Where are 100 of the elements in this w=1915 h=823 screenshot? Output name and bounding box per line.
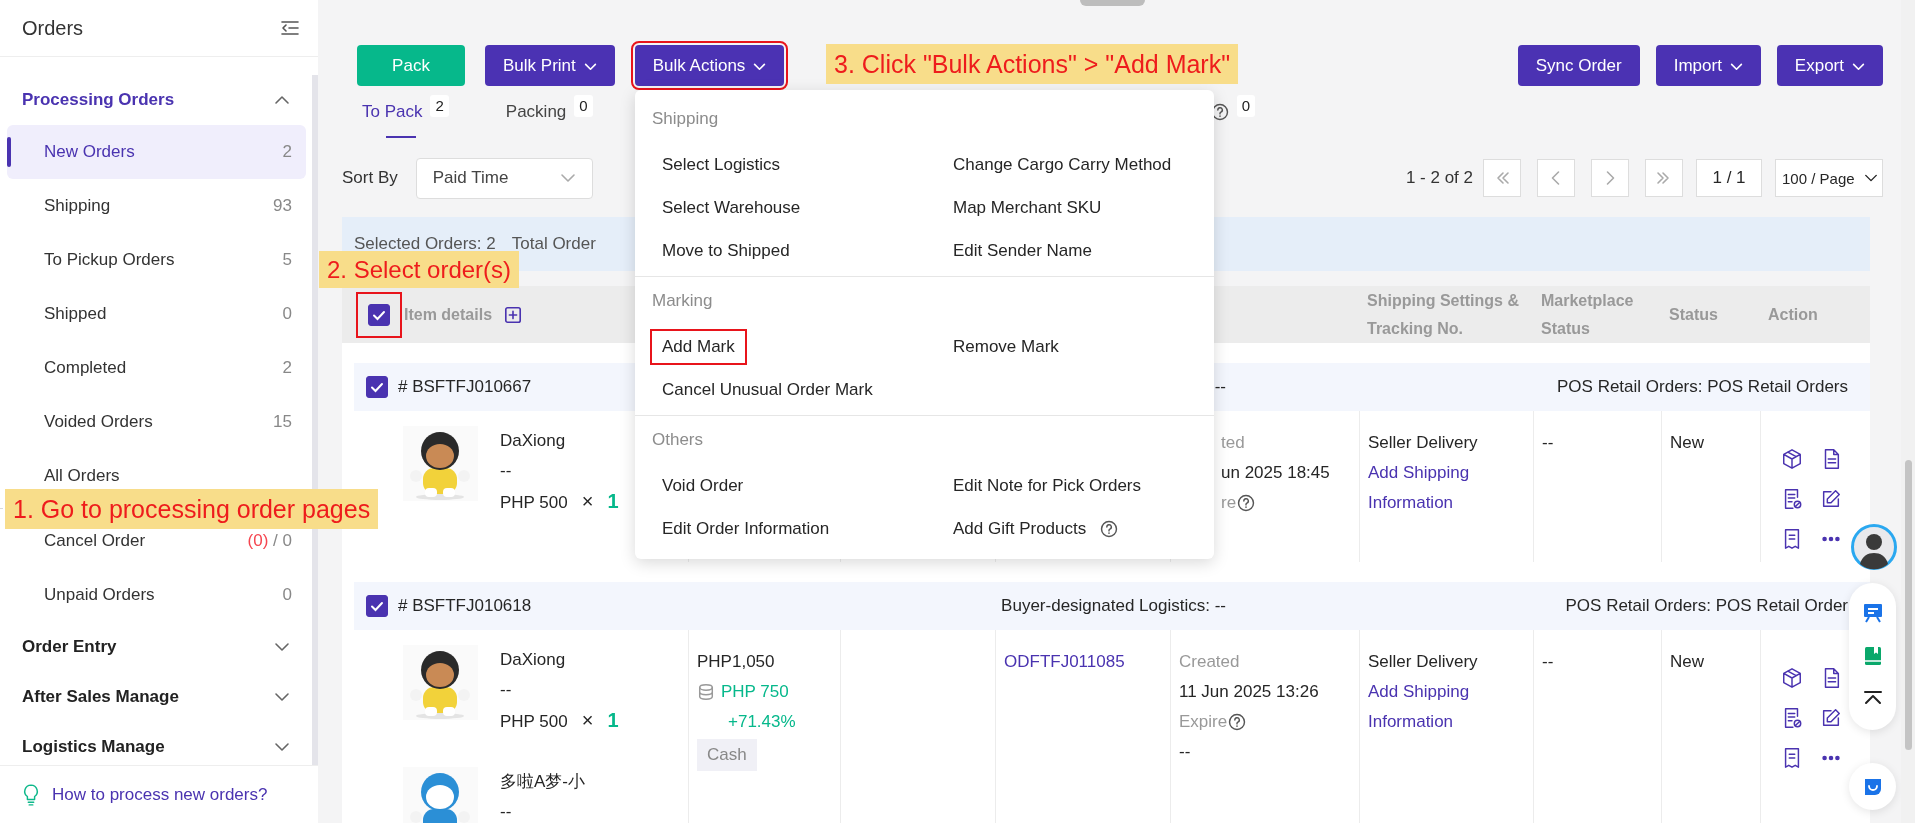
- expire-label: Expire: [1179, 711, 1228, 733]
- product-name: DaXiong: [500, 430, 567, 452]
- shipping-method: Seller Delivery: [1368, 651, 1479, 673]
- nav-item[interactable]: Unpaid Orders 0: [7, 568, 306, 622]
- unit-price: PHP 500: [500, 492, 568, 514]
- menu-item[interactable]: Edit Note for Pick Orders: [943, 469, 1151, 502]
- menu-item[interactable]: Move to Shipped: [652, 234, 800, 267]
- page-range: 1 - 2 of 2: [1405, 168, 1473, 188]
- toolbar-button[interactable]: Export: [1776, 45, 1883, 86]
- help-icon[interactable]: [1100, 519, 1119, 538]
- total-count: Total Order: [511, 234, 596, 254]
- menu-item[interactable]: Map Merchant SKU: [943, 191, 1112, 224]
- product-sku: --: [500, 460, 513, 482]
- checkbox[interactable]: [366, 595, 388, 617]
- scrollbar[interactable]: [1901, 0, 1915, 823]
- nav-item[interactable]: Completed 2: [7, 341, 306, 395]
- page-size-select[interactable]: 100 / Page: [1775, 159, 1883, 197]
- created-label: ted: [1221, 432, 1246, 454]
- menu-group-header[interactable]: Order Entry: [0, 622, 312, 672]
- logistics-text: Buyer-designated Logistics: --: [1000, 596, 1226, 616]
- created-time: 11 Jun 2025 13:26: [1179, 681, 1320, 703]
- product-name: 多啦A梦-小: [500, 771, 585, 793]
- quantity: 1: [607, 708, 619, 733]
- marketplace-status: --: [1542, 651, 1555, 673]
- checkbox[interactable]: [366, 376, 388, 398]
- toolbar-button[interactable]: Import: [1655, 45, 1761, 86]
- tab[interactable]: Packing 0: [505, 86, 593, 138]
- menu-group-header[interactable]: Processing Orders: [0, 75, 312, 125]
- sidebar-title: Orders: [22, 16, 84, 40]
- order-reference-link[interactable]: ODFTFJ011085: [1004, 647, 1162, 677]
- nav-item[interactable]: Shipped 0: [7, 287, 306, 341]
- menu-section-title: Shipping: [651, 108, 720, 130]
- menu-item[interactable]: Remove Mark: [943, 330, 1069, 363]
- menu-item[interactable]: Select Warehouse: [652, 191, 811, 224]
- cost-price: PHP 750: [721, 681, 789, 703]
- edit-icon[interactable]: [1820, 707, 1842, 729]
- column-header: Shipping Settings & Tracking No.: [1367, 291, 1519, 337]
- order-number: # BSFTFJ010618: [398, 596, 532, 616]
- payment-tag: Cash: [697, 739, 757, 771]
- toolbar-button[interactable]: Bulk Print: [485, 45, 615, 86]
- menu-item[interactable]: Void Order: [652, 469, 754, 502]
- order-number: # BSFTFJ010667: [398, 377, 532, 397]
- collapse-icon[interactable]: [280, 20, 300, 36]
- menu-section-title: Marking: [651, 290, 714, 312]
- marketplace-status: --: [1542, 432, 1555, 454]
- help-icon[interactable]: [1237, 494, 1256, 512]
- add-shipping-link[interactable]: Add Shipping Information: [1368, 458, 1525, 518]
- menu-item[interactable]: Edit Sender Name: [943, 234, 1102, 267]
- order-source: POS Retail Orders: POS Retail Orders: [1556, 377, 1849, 397]
- menu-item[interactable]: Change Cargo Carry Method: [943, 148, 1182, 181]
- help-icon[interactable]: [1228, 713, 1247, 731]
- expire-time: --: [1179, 741, 1192, 763]
- menu-item[interactable]: Add Mark: [652, 330, 745, 363]
- chevron-icon: [274, 640, 290, 654]
- chevron-icon: [274, 690, 290, 704]
- sort-select[interactable]: Paid Time: [415, 157, 593, 199]
- times-sign: ×: [581, 708, 594, 733]
- cube-icon[interactable]: [1781, 667, 1803, 689]
- plus-square-icon[interactable]: [504, 305, 523, 324]
- add-shipping-link[interactable]: Add Shipping Information: [1368, 677, 1525, 737]
- expire-label: re: [1221, 492, 1237, 514]
- menu-item[interactable]: Select Logistics: [652, 148, 791, 181]
- nav-item[interactable]: New Orders 2: [7, 125, 306, 179]
- chevron-icon: [559, 171, 576, 185]
- order-total: PHP1,050: [697, 651, 776, 673]
- menu-item[interactable]: Add Gift Products: [943, 512, 1129, 545]
- coin-stack-icon: [697, 683, 715, 701]
- product-sku: --: [500, 801, 513, 823]
- drag-handle[interactable]: [1080, 0, 1145, 6]
- logistics-text: --: [1213, 377, 1226, 397]
- toolbar-button[interactable]: Sync Order: [1517, 45, 1640, 86]
- menu-item[interactable]: Cancel Unusual Order Mark: [652, 373, 883, 406]
- page-field[interactable]: 1 / 1: [1696, 159, 1762, 197]
- edit-icon[interactable]: [1820, 488, 1842, 510]
- callout-tooltip: 3. Click "Bulk Actions" > "Add Mark": [826, 44, 1239, 84]
- selected-count: Selected Orders: 2: [354, 234, 496, 254]
- nav-item[interactable]: Shipping 93: [7, 179, 306, 233]
- column-header: Action: [1768, 305, 1818, 323]
- avatar[interactable]: [1851, 524, 1897, 570]
- menu-section-title: Others: [651, 429, 705, 451]
- product-name: DaXiong: [500, 649, 567, 671]
- count-badge: 0: [1236, 95, 1255, 117]
- cube-icon[interactable]: [1781, 448, 1803, 470]
- unit-price: PHP 500: [500, 711, 568, 733]
- callout-tooltip: 1. Go to processing order pages: [5, 489, 379, 529]
- callout-tooltip: 2. Select order(s): [319, 251, 520, 288]
- tab[interactable]: To Pack 2: [362, 86, 449, 138]
- column-header: Marketplace Status: [1541, 291, 1634, 337]
- nav-item[interactable]: Voided Orders 15: [7, 395, 306, 449]
- sort-label: Sort By: [342, 168, 398, 188]
- help-link[interactable]: How to process new orders?: [52, 784, 268, 805]
- menu-item[interactable]: Edit Order Information: [652, 512, 840, 545]
- nav-item[interactable]: To Pickup Orders 5: [7, 233, 306, 287]
- profit-margin: +71.43%: [727, 711, 797, 733]
- created-label: Created: [1179, 651, 1241, 673]
- checkbox[interactable]: [368, 303, 390, 326]
- menu-group-header[interactable]: Logistics Manage: [0, 722, 312, 765]
- scrollbar-thumb[interactable]: [1905, 460, 1912, 750]
- menu-group-header[interactable]: After Sales Manage: [0, 672, 312, 722]
- product-sku: --: [500, 679, 513, 701]
